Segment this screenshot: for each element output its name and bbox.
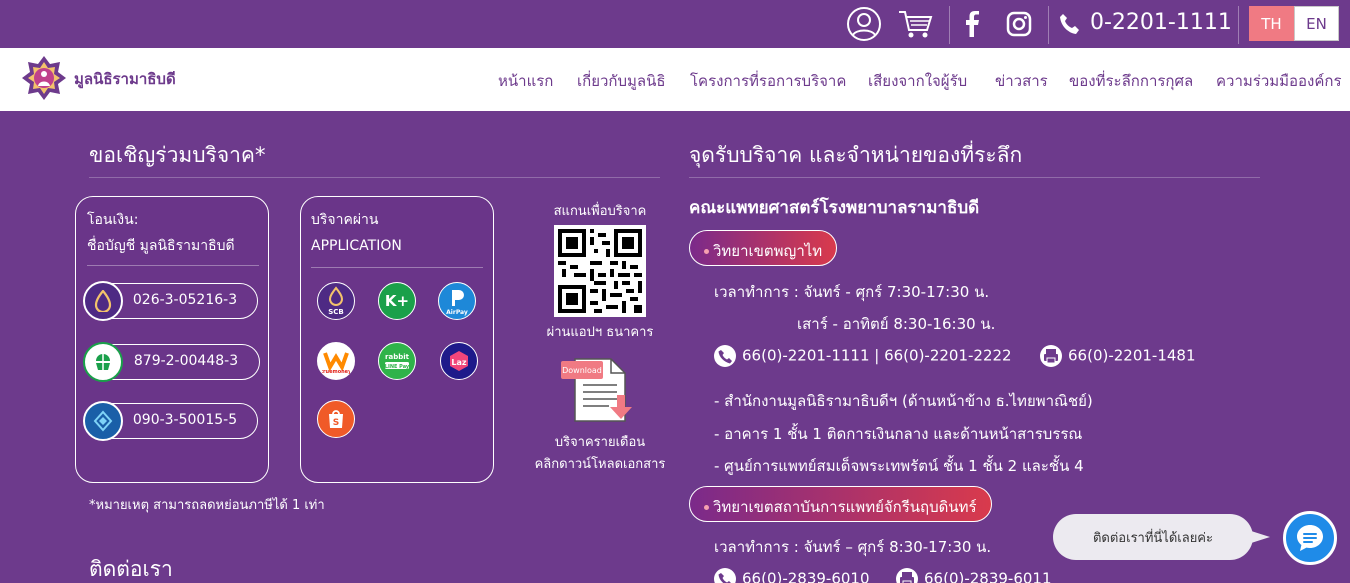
instagram-icon[interactable] [1001, 6, 1037, 42]
fax-icon [1040, 345, 1062, 367]
download-document-icon[interactable]: Download [561, 355, 639, 425]
svg-text:S: S [333, 418, 339, 428]
phone-icon [714, 568, 736, 583]
tel-numbers[interactable]: 66(0)-2201-1111 | 66(0)-2201-2222 [742, 347, 1012, 365]
svg-text:Laz: Laz [451, 358, 466, 367]
tax-note: *หมายเหตุ สามารถลดหย่อนภาษีได้ 1 เท่า [89, 498, 325, 513]
scb-app-icon[interactable]: SCB [317, 282, 355, 320]
truemoney-app-icon[interactable]: truemoney [317, 342, 355, 380]
logo-text[interactable]: มูลนิธิรามาธิบดี [74, 67, 176, 91]
svg-text:truemoney: truemoney [322, 369, 350, 375]
cart-icon[interactable] [897, 6, 933, 42]
fax-icon [896, 568, 918, 583]
logo-icon[interactable] [20, 54, 68, 102]
top-bar: 0-2201-1111 TH EN [0, 0, 1350, 48]
monthly-donation-link[interactable]: บริจาครายเดือน คลิกดาวน์โหลดเอกสาร [530, 432, 670, 476]
chat-button[interactable] [1283, 511, 1337, 565]
phone-icon [714, 345, 736, 367]
nav-news[interactable]: ข่าวสาร [995, 69, 1048, 93]
campus-chakri-badge: วิทยาเขตสถาบันการแพทย์จักรีนฤบดินทร์ [689, 486, 992, 522]
nav-testimonials[interactable]: เสียงจากใจผู้รับ [868, 69, 967, 93]
fax-row: 66(0)-2201-1481 [1040, 345, 1196, 367]
app-heading: บริจาคผ่าน APPLICATION [311, 212, 402, 254]
divider [1048, 6, 1049, 44]
lang-en-button[interactable]: EN [1294, 6, 1339, 41]
app-card: บริจาคผ่าน APPLICATION SCB K+ AirPay tru… [300, 196, 494, 483]
user-icon[interactable] [846, 6, 882, 42]
svg-text:rabbit: rabbit [385, 353, 410, 361]
hours-weekend: เสาร์ - อาทิตย์ 8:30-16:30 น. [797, 315, 996, 333]
divider [311, 267, 483, 268]
location-2: - อาคาร 1 ชั้น 1 ติดการเงินกลาง และด้านห… [714, 425, 1083, 443]
fax-row-2: 66(0)-2839-6011 [896, 568, 1052, 583]
account-number: 090-3-50015-5 [132, 412, 238, 428]
svg-text:LINE Pay: LINE Pay [385, 364, 410, 370]
nav-projects[interactable]: โครงการที่รอการบริจาค [690, 69, 846, 93]
divider [689, 177, 1260, 178]
account-scb[interactable]: 026-3-05216-3 [83, 281, 258, 321]
location-1: - สำนักงานมูลนิธิรามาธิบดีฯ (ด้านหน้าข้า… [714, 392, 1093, 410]
hours-campus2: เวลาทำการ : จันทร์ – ศุกร์ 8:30-17:30 น. [714, 538, 992, 556]
divider [1238, 6, 1239, 44]
rabbit-linepay-app-icon[interactable]: rabbit LINE Pay [378, 342, 416, 380]
shopee-app-icon[interactable]: S [317, 400, 355, 438]
transfer-heading: โอนเงิน: ชื่อบัญชี มูลนิธิรามาธิบดี [87, 212, 235, 254]
lazada-app-icon[interactable]: Laz [440, 342, 478, 380]
fax-number: 66(0)-2201-1481 [1068, 346, 1196, 365]
account-ktb[interactable]: 090-3-50015-5 [83, 401, 258, 441]
lang-th-button[interactable]: TH [1249, 6, 1294, 41]
divider [87, 265, 259, 266]
campus-phayathai-badge: วิทยาเขตพญาไท [689, 230, 838, 266]
nav-about[interactable]: เกี่ยวกับมูลนิธิ [577, 69, 666, 93]
org-name: คณะแพทยศาสตร์โรงพยาบาลรามาธิบดี [689, 198, 980, 218]
divider [949, 6, 950, 44]
phone-number[interactable]: 0-2201-1111 [1090, 10, 1232, 35]
location-3: - ศูนย์การแพทย์สมเด็จพระเทพรัตน์ ชั้น 1 … [714, 457, 1084, 475]
facebook-icon[interactable] [954, 6, 990, 42]
download-tag: Download [561, 361, 603, 379]
main-nav: มูลนิธิรามาธิบดี หน้าแรก เกี่ยวกับมูลนิธ… [0, 48, 1350, 111]
account-number: 879-2-00448-3 [133, 353, 239, 369]
nav-partners[interactable]: ความร่วมมือองค์กร [1216, 69, 1342, 93]
fax-number-2: 66(0)-2839-6011 [924, 569, 1052, 583]
divider [89, 177, 660, 178]
qr-caption: ผ่านแอปฯ ธนาคาร [546, 325, 654, 340]
tel-row: 66(0)-2201-1111 | 66(0)-2201-2222 [714, 345, 1012, 367]
tel-row-2: 66(0)-2839-6010 [714, 568, 870, 583]
kplus-app-icon[interactable]: K+ [378, 282, 416, 320]
transfer-card: โอนเงิน: ชื่อบัญชี มูลนิธิรามาธิบดี 026-… [75, 196, 269, 483]
account-kbank[interactable]: 879-2-00448-3 [83, 342, 260, 382]
contact-title: ติดต่อเรา [89, 557, 173, 581]
svg-text:SCB: SCB [328, 308, 344, 316]
chat-icon [1297, 525, 1323, 551]
donate-title: ขอเชิญร่วมบริจาค* [89, 143, 266, 167]
qr-label: สแกนเพื่อบริจาค [553, 204, 647, 219]
phone-icon [1052, 6, 1088, 42]
tel-number-2[interactable]: 66(0)-2839-6010 [742, 570, 870, 583]
nav-home[interactable]: หน้าแรก [498, 69, 553, 93]
svg-text:AirPay: AirPay [446, 309, 468, 316]
airpay-app-icon[interactable]: AirPay [438, 282, 476, 320]
hours-weekday: เวลาทำการ : จันทร์ - ศุกร์ 7:30-17:30 น. [714, 283, 990, 301]
points-title: จุดรับบริจาค และจำหน่ายของที่ระลึก [689, 143, 1023, 167]
qr-code[interactable] [554, 225, 646, 317]
chat-prompt-bubble[interactable]: ติดต่อเราที่นี่ได้เลยค่ะ [1053, 514, 1253, 560]
nav-souvenirs[interactable]: ของที่ระลึกการกุศล [1069, 69, 1193, 93]
chat-bubble-tail [1248, 530, 1270, 544]
account-number: 026-3-05216-3 [132, 292, 238, 308]
